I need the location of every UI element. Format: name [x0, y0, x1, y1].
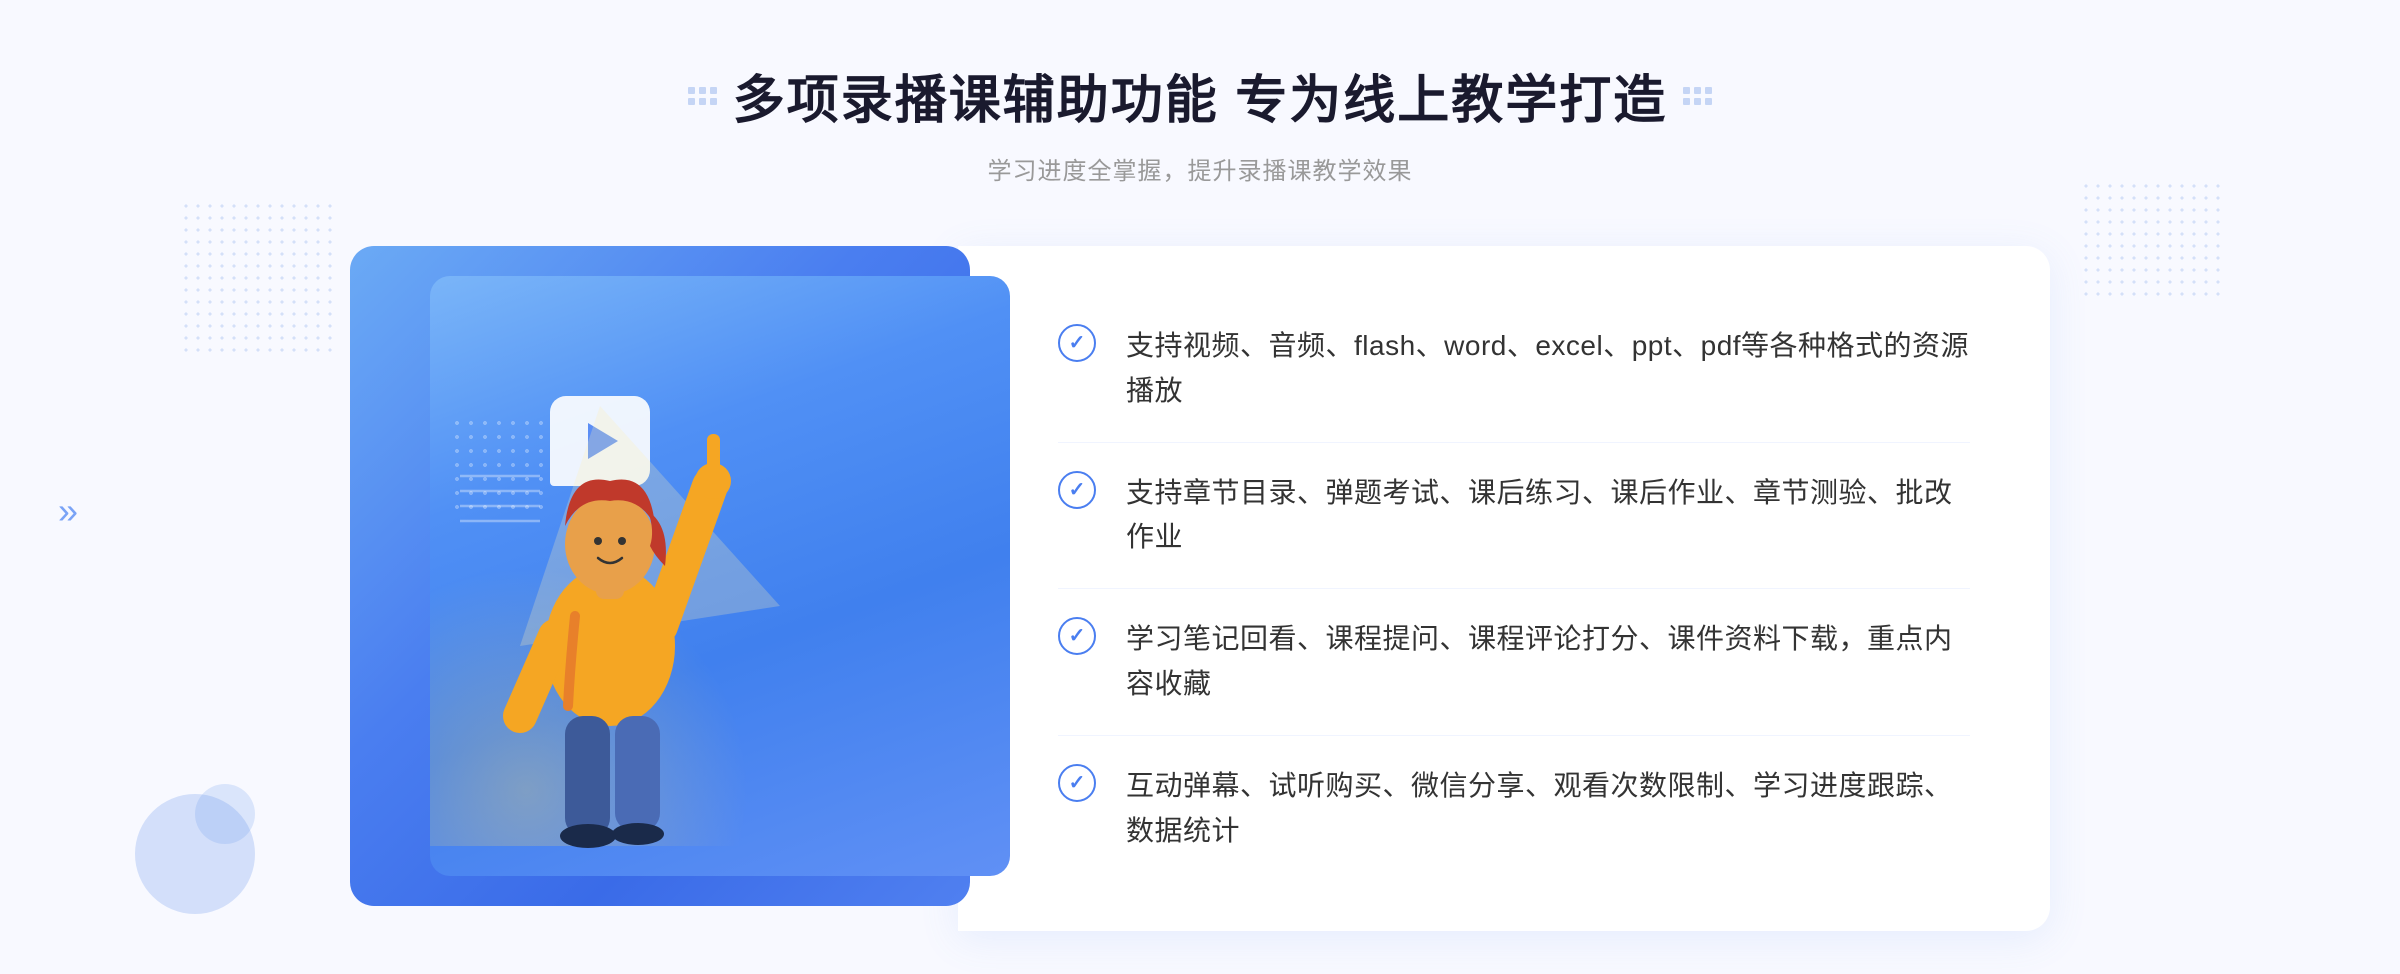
- circle-small: [195, 784, 255, 844]
- page-container: » 多项录播课辅助功能 专为线上教学打造 学习进度全掌握，提升录播课教学效果: [0, 0, 2400, 974]
- check-circle-1: ✓: [1058, 324, 1096, 362]
- check-mark-2: ✓: [1069, 480, 1086, 500]
- illustration-card: [350, 246, 970, 906]
- check-mark-1: ✓: [1069, 333, 1086, 353]
- chevron-left-icon: »: [58, 490, 70, 532]
- title-row: 多项录播课辅助功能 专为线上教学打造: [688, 58, 1712, 133]
- feature-text-3: 学习笔记回看、课程提问、课程评论打分、课件资料下载，重点内容收藏: [1126, 617, 1970, 707]
- check-circle-4: ✓: [1058, 764, 1096, 802]
- bg-dots-left: [180, 200, 340, 360]
- feature-text-2: 支持章节目录、弹题考试、课后练习、课后作业、章节测验、批改作业: [1126, 471, 1970, 561]
- page-sub-title: 学习进度全掌握，提升录播课教学效果: [688, 151, 1712, 186]
- feature-item-4: ✓ 互动弹幕、试听购买、微信分享、观看次数限制、学习进度跟踪、数据统计: [1058, 736, 1970, 882]
- content-area: ✓ 支持视频、音频、flash、word、excel、ppt、pdf等各种格式的…: [350, 246, 2050, 931]
- features-panel: ✓ 支持视频、音频、flash、word、excel、ppt、pdf等各种格式的…: [958, 246, 2050, 931]
- page-main-title: 多项录播课辅助功能 专为线上教学打造: [733, 58, 1667, 133]
- feature-item-2: ✓ 支持章节目录、弹题考试、课后练习、课后作业、章节测验、批改作业: [1058, 443, 1970, 590]
- title-dots-right: [1683, 87, 1712, 105]
- feature-text-4: 互动弹幕、试听购买、微信分享、观看次数限制、学习进度跟踪、数据统计: [1126, 764, 1970, 854]
- check-circle-3: ✓: [1058, 617, 1096, 655]
- header-section: 多项录播课辅助功能 专为线上教学打造 学习进度全掌握，提升录播课教学效果: [688, 58, 1712, 186]
- feature-item-1: ✓ 支持视频、音频、flash、word、excel、ppt、pdf等各种格式的…: [1058, 296, 1970, 443]
- title-dots-left: [688, 87, 717, 105]
- person-illustration: [400, 326, 820, 906]
- check-circle-2: ✓: [1058, 471, 1096, 509]
- check-mark-4: ✓: [1069, 773, 1086, 793]
- bg-dots-right: [2080, 180, 2220, 300]
- feature-text-1: 支持视频、音频、flash、word、excel、ppt、pdf等各种格式的资源…: [1126, 324, 1970, 414]
- check-mark-3: ✓: [1069, 626, 1086, 646]
- feature-item-3: ✓ 学习笔记回看、课程提问、课程评论打分、课件资料下载，重点内容收藏: [1058, 589, 1970, 736]
